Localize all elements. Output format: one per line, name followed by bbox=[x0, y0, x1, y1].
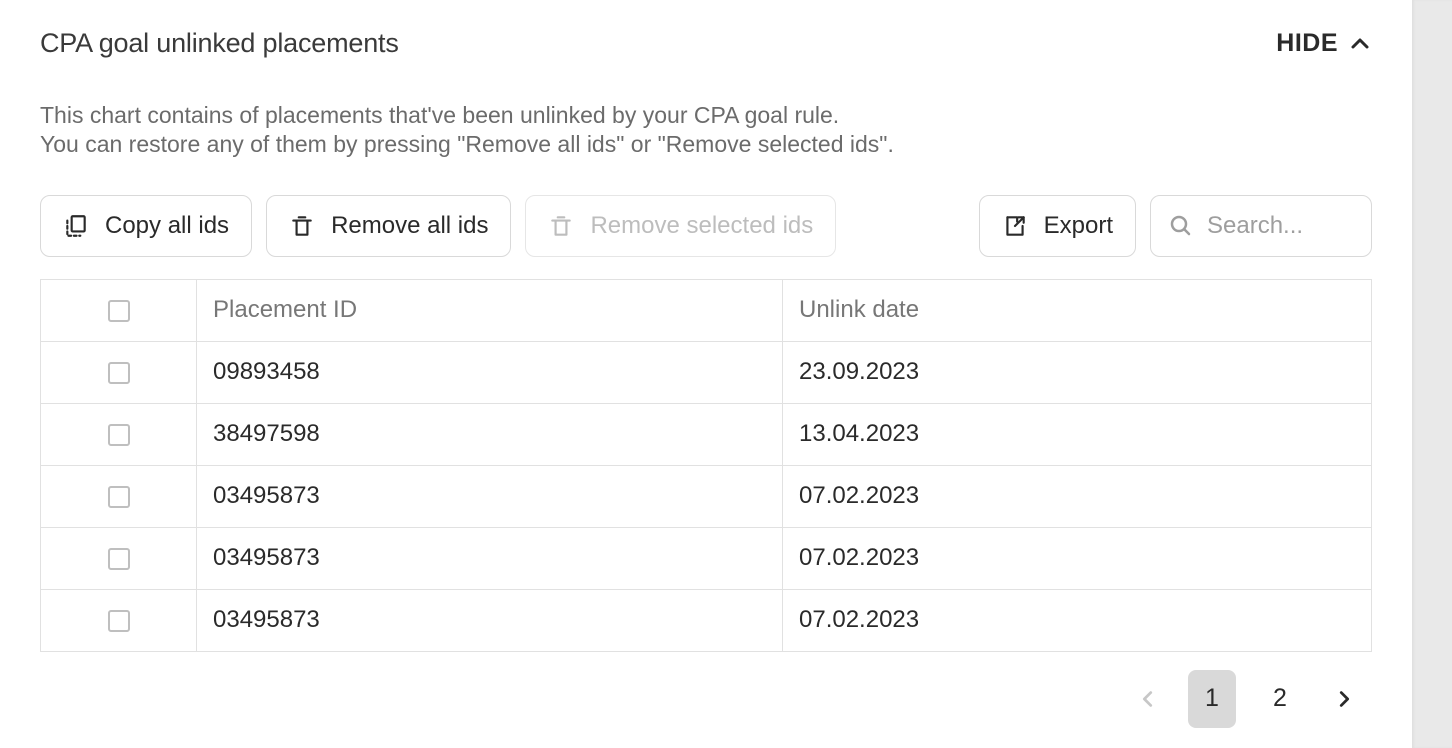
cell-unlink-date: 07.02.2023 bbox=[783, 527, 1372, 589]
chevron-up-icon bbox=[1348, 32, 1372, 56]
cell-placement-id: 03495873 bbox=[197, 589, 783, 651]
pagination-next[interactable] bbox=[1324, 673, 1364, 725]
table-row: 38497598 13.04.2023 bbox=[41, 403, 1372, 465]
remove-selected-ids-button[interactable]: Remove selected ids bbox=[525, 195, 836, 257]
pagination-page[interactable]: 2 bbox=[1256, 670, 1304, 728]
button-label: Remove selected ids bbox=[590, 212, 813, 240]
checkbox-icon bbox=[108, 486, 130, 508]
chevron-left-icon bbox=[1137, 684, 1159, 714]
hide-toggle[interactable]: HIDE bbox=[1276, 29, 1372, 58]
select-all-header[interactable] bbox=[41, 279, 197, 341]
table-row: 09893458 23.09.2023 bbox=[41, 341, 1372, 403]
checkbox-icon bbox=[108, 362, 130, 384]
copy-all-ids-button[interactable]: Copy all ids bbox=[40, 195, 252, 257]
toolbar: Copy all ids Remove all ids Remove selec… bbox=[40, 195, 1372, 257]
cell-placement-id: 03495873 bbox=[197, 465, 783, 527]
search-icon bbox=[1169, 214, 1193, 238]
description-line: You can restore any of them by pressing … bbox=[40, 130, 1372, 159]
section-description: This chart contains of placements that'v… bbox=[40, 101, 1372, 159]
pagination-page[interactable]: 1 bbox=[1188, 670, 1236, 728]
cell-placement-id: 03495873 bbox=[197, 527, 783, 589]
column-header-placement-id[interactable]: Placement ID bbox=[197, 279, 783, 341]
table-row: 03495873 07.02.2023 bbox=[41, 589, 1372, 651]
search-box[interactable] bbox=[1150, 195, 1372, 257]
trash-icon bbox=[548, 213, 574, 239]
checkbox-icon bbox=[108, 424, 130, 446]
description-line: This chart contains of placements that'v… bbox=[40, 101, 1372, 130]
trash-icon bbox=[289, 213, 315, 239]
chevron-right-icon bbox=[1333, 684, 1355, 714]
hide-toggle-label: HIDE bbox=[1276, 29, 1338, 58]
cell-placement-id: 38497598 bbox=[197, 403, 783, 465]
row-checkbox-cell[interactable] bbox=[41, 341, 197, 403]
cell-unlink-date: 07.02.2023 bbox=[783, 465, 1372, 527]
pagination-prev[interactable] bbox=[1128, 673, 1168, 725]
section-title: CPA goal unlinked placements bbox=[40, 28, 399, 59]
placements-table: Placement ID Unlink date 09893458 23.09.… bbox=[40, 279, 1372, 652]
table-header-row: Placement ID Unlink date bbox=[41, 279, 1372, 341]
cell-unlink-date: 23.09.2023 bbox=[783, 341, 1372, 403]
table-row: 03495873 07.02.2023 bbox=[41, 527, 1372, 589]
column-header-unlink-date[interactable]: Unlink date bbox=[783, 279, 1372, 341]
row-checkbox-cell[interactable] bbox=[41, 589, 197, 651]
checkbox-icon bbox=[108, 610, 130, 632]
checkbox-icon bbox=[108, 300, 130, 322]
copy-icon bbox=[63, 213, 89, 239]
button-label: Export bbox=[1044, 212, 1113, 240]
row-checkbox-cell[interactable] bbox=[41, 527, 197, 589]
export-icon bbox=[1002, 213, 1028, 239]
cell-unlink-date: 07.02.2023 bbox=[783, 589, 1372, 651]
button-label: Copy all ids bbox=[105, 212, 229, 240]
search-input[interactable] bbox=[1207, 212, 1353, 240]
scrollbar-track[interactable] bbox=[1412, 0, 1452, 748]
row-checkbox-cell[interactable] bbox=[41, 465, 197, 527]
pagination: 1 2 bbox=[40, 670, 1372, 728]
checkbox-icon bbox=[108, 548, 130, 570]
remove-all-ids-button[interactable]: Remove all ids bbox=[266, 195, 511, 257]
cell-placement-id: 09893458 bbox=[197, 341, 783, 403]
cell-unlink-date: 13.04.2023 bbox=[783, 403, 1372, 465]
button-label: Remove all ids bbox=[331, 212, 488, 240]
row-checkbox-cell[interactable] bbox=[41, 403, 197, 465]
section-header: CPA goal unlinked placements HIDE bbox=[40, 20, 1372, 59]
table-row: 03495873 07.02.2023 bbox=[41, 465, 1372, 527]
export-button[interactable]: Export bbox=[979, 195, 1136, 257]
